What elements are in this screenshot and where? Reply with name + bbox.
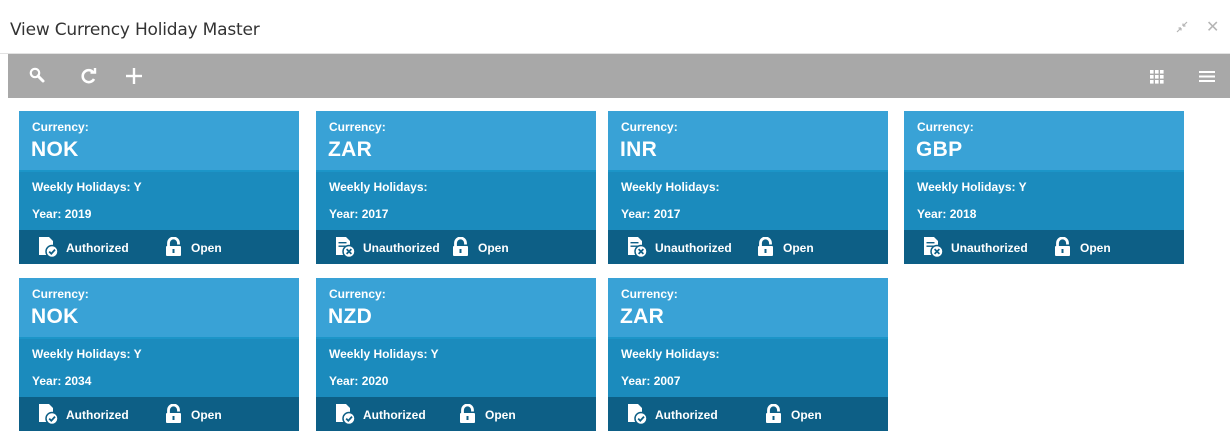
- close-icon[interactable]: ✕: [1206, 20, 1219, 36]
- currency-holiday-card[interactable]: Currency: NOK Weekly Holidays: Y Year: 2019…: [19, 111, 299, 264]
- window-title: View Currency Holiday Master: [10, 20, 260, 40]
- unauthorized-icon: [626, 236, 648, 259]
- currency-code: INR: [620, 138, 658, 161]
- currency-holiday-card[interactable]: Currency: ZAR Weekly Holidays: Year: 2007 Au…: [608, 278, 888, 431]
- auth-status: Authorized: [655, 408, 718, 422]
- lock-status: Open: [478, 241, 509, 255]
- currency-code: ZAR: [328, 138, 373, 161]
- add-icon[interactable]: [122, 64, 146, 88]
- toolbar: [8, 54, 1230, 98]
- year: Year: 2017: [621, 207, 681, 221]
- card-header: Currency: NZD: [316, 278, 596, 339]
- auth-status: Authorized: [66, 241, 129, 255]
- auth-status: Unauthorized: [951, 241, 1028, 255]
- auth-status: Unauthorized: [655, 241, 732, 255]
- card-footer: Authorized Open: [19, 397, 299, 431]
- currency-label: Currency:: [917, 120, 974, 134]
- lock-status: Open: [783, 241, 814, 255]
- auth-status: Authorized: [363, 408, 426, 422]
- card-body: Weekly Holidays: Y Year: 2020: [316, 339, 596, 397]
- lock-status: Open: [191, 408, 222, 422]
- weekly-holidays: Weekly Holidays:: [329, 180, 428, 194]
- unlock-icon: [451, 236, 471, 257]
- year: Year: 2034: [32, 374, 92, 388]
- search-icon[interactable]: [26, 64, 50, 88]
- currency-label: Currency:: [329, 120, 386, 134]
- year: Year: 2007: [621, 374, 681, 388]
- currency-code: ZAR: [620, 305, 665, 328]
- unauthorized-icon: [922, 236, 944, 259]
- weekly-holidays: Weekly Holidays:: [621, 347, 720, 361]
- card-header: Currency: NOK: [19, 111, 299, 172]
- year: Year: 2020: [329, 374, 389, 388]
- unlock-icon: [764, 403, 784, 424]
- unlock-icon: [458, 403, 478, 424]
- card-footer: Unauthorized Open: [608, 230, 888, 264]
- auth-status: Authorized: [66, 408, 129, 422]
- currency-label: Currency:: [621, 120, 678, 134]
- minimize-icon[interactable]: [1175, 20, 1189, 38]
- card-body: Weekly Holidays: Year: 2007: [608, 339, 888, 397]
- currency-holiday-card[interactable]: Currency: INR Weekly Holidays: Year: 2017 Un…: [608, 111, 888, 264]
- weekly-holidays: Weekly Holidays: Y: [917, 180, 1027, 194]
- card-body: Weekly Holidays: Year: 2017: [608, 172, 888, 230]
- lock-status: Open: [791, 408, 822, 422]
- card-header: Currency: ZAR: [316, 111, 596, 172]
- card-footer: Unauthorized Open: [316, 230, 596, 264]
- card-body: Weekly Holidays: Y Year: 2018: [904, 172, 1184, 230]
- card-header: Currency: GBP: [904, 111, 1184, 172]
- currency-holiday-card[interactable]: Currency: NZD Weekly Holidays: Y Year: 2020…: [316, 278, 596, 431]
- card-footer: Authorized Open: [608, 397, 888, 431]
- unlock-icon: [164, 236, 184, 257]
- card-footer: Unauthorized Open: [904, 230, 1184, 264]
- lock-status: Open: [485, 408, 516, 422]
- unlock-icon: [164, 403, 184, 424]
- tile-view-icon[interactable]: [1145, 64, 1169, 88]
- auth-status: Unauthorized: [363, 241, 440, 255]
- currency-label: Currency:: [32, 287, 89, 301]
- currency-label: Currency:: [329, 287, 386, 301]
- currency-code: GBP: [916, 138, 963, 161]
- unlock-icon: [756, 236, 776, 257]
- authorized-icon: [37, 403, 59, 426]
- currency-code: NOK: [31, 138, 79, 161]
- unauthorized-icon: [334, 236, 356, 259]
- card-footer: Authorized Open: [316, 397, 596, 431]
- currency-code: NOK: [31, 305, 79, 328]
- card-body: Weekly Holidays: Y Year: 2019: [19, 172, 299, 230]
- weekly-holidays: Weekly Holidays: Y: [32, 180, 142, 194]
- card-body: Weekly Holidays: Y Year: 2034: [19, 339, 299, 397]
- refresh-icon[interactable]: [77, 64, 101, 88]
- currency-code: NZD: [328, 305, 373, 328]
- currency-label: Currency:: [32, 120, 89, 134]
- lock-status: Open: [1080, 241, 1111, 255]
- currency-label: Currency:: [621, 287, 678, 301]
- card-footer: Authorized Open: [19, 230, 299, 264]
- lock-status: Open: [191, 241, 222, 255]
- year: Year: 2019: [32, 207, 92, 221]
- currency-holiday-card[interactable]: Currency: ZAR Weekly Holidays: Year: 2017 Un…: [316, 111, 596, 264]
- year: Year: 2018: [917, 207, 977, 221]
- year: Year: 2017: [329, 207, 389, 221]
- authorized-icon: [626, 403, 648, 426]
- weekly-holidays: Weekly Holidays: Y: [32, 347, 142, 361]
- currency-holiday-card[interactable]: Currency: NOK Weekly Holidays: Y Year: 2034…: [19, 278, 299, 431]
- list-view-icon[interactable]: [1195, 64, 1219, 88]
- card-body: Weekly Holidays: Year: 2017: [316, 172, 596, 230]
- card-header: Currency: INR: [608, 111, 888, 172]
- window-titlebar: View Currency Holiday Master ✕: [0, 0, 1230, 54]
- authorized-icon: [334, 403, 356, 426]
- card-header: Currency: NOK: [19, 278, 299, 339]
- currency-holiday-card[interactable]: Currency: GBP Weekly Holidays: Y Year: 2018…: [904, 111, 1184, 264]
- weekly-holidays: Weekly Holidays:: [621, 180, 720, 194]
- authorized-icon: [37, 236, 59, 259]
- card-header: Currency: ZAR: [608, 278, 888, 339]
- weekly-holidays: Weekly Holidays: Y: [329, 347, 439, 361]
- unlock-icon: [1053, 236, 1073, 257]
